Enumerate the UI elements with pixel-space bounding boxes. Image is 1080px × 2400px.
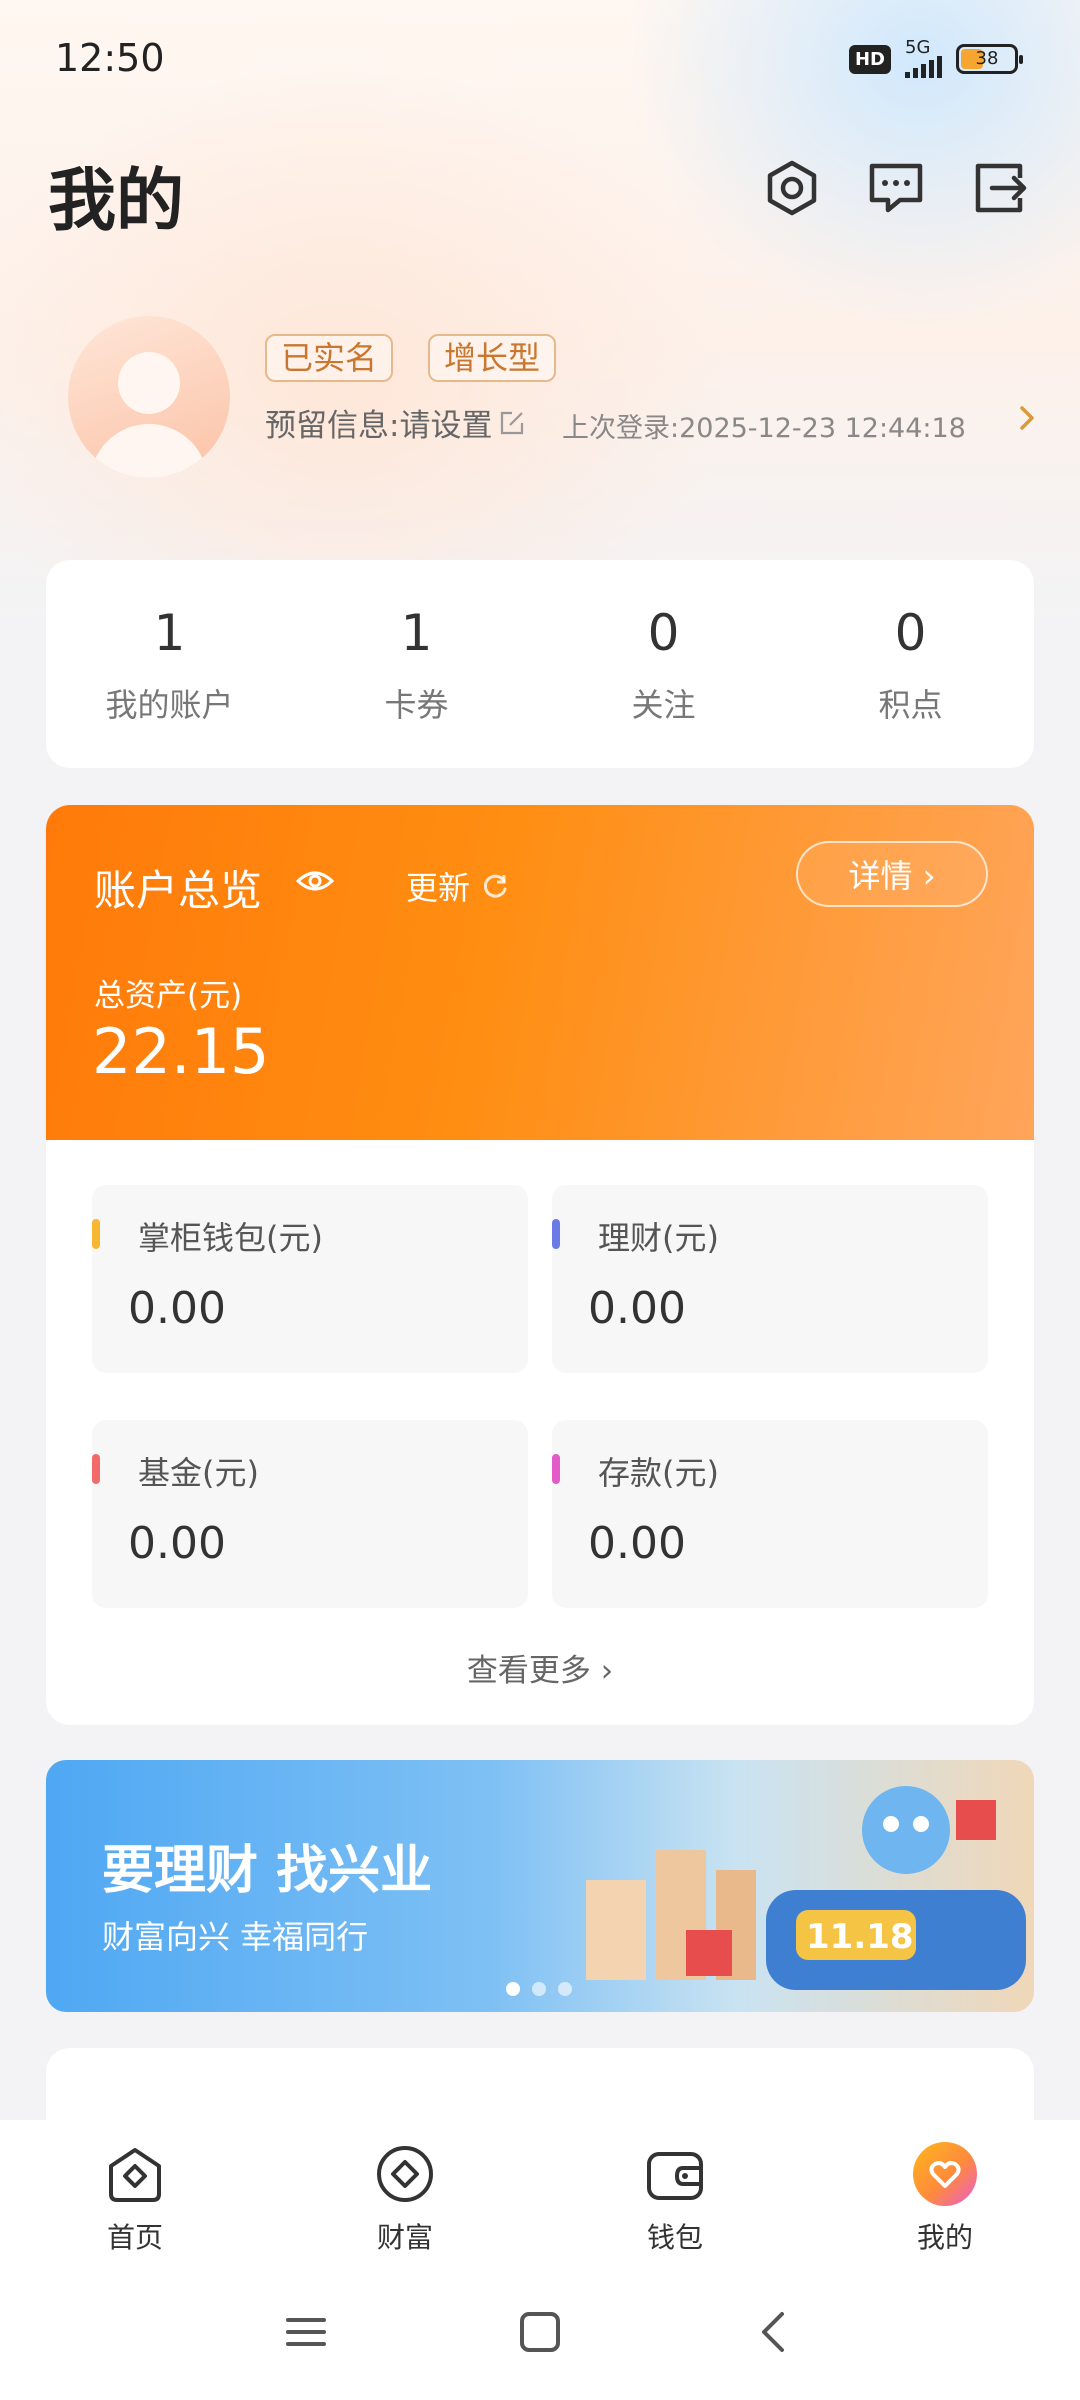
carousel-dot[interactable] <box>532 1982 546 1996</box>
hd-icon: HD <box>848 44 891 74</box>
stat-value: 1 <box>153 604 186 662</box>
stat-label: 关注 <box>631 686 696 724</box>
deposit-color-bar <box>552 1454 560 1484</box>
tab-label: 财富 <box>376 2221 433 2254</box>
view-more-link[interactable]: 查看更多 › <box>46 1645 1034 1690</box>
wallet-color-bar <box>92 1219 100 1249</box>
eye-icon[interactable] <box>296 867 334 895</box>
wealth-tile[interactable]: 理财(元) 0.00 <box>552 1185 988 1373</box>
stat-accounts[interactable]: 1 我的账户 <box>46 560 293 768</box>
wallet-tile[interactable]: 掌柜钱包(元) 0.00 <box>92 1185 528 1373</box>
page-title: 我的 <box>48 162 185 241</box>
stat-label: 卡券 <box>384 686 449 724</box>
tab-wealth[interactable]: 财富 <box>270 2120 540 2260</box>
promo-banner[interactable]: 11.18 要理财 找兴业 财富向兴 幸福同行 <box>46 1760 1034 2012</box>
avatar-body <box>90 424 208 478</box>
edit-icon <box>501 411 524 434</box>
avatar[interactable] <box>68 316 230 478</box>
carousel-dot[interactable] <box>506 1982 520 1996</box>
stat-value: 1 <box>400 604 433 662</box>
stat-follows[interactable]: 0 关注 <box>540 560 787 768</box>
stat-value: 0 <box>647 604 680 662</box>
wealth-value: 0.00 <box>588 1283 686 1334</box>
reserve-info-label: 预留信息:请设置 <box>265 408 493 444</box>
battery-percent: 38 <box>975 48 999 69</box>
wallet-value: 0.00 <box>128 1283 226 1334</box>
last-login: 上次登录:2025-12-23 12:44:18 <box>562 413 966 444</box>
refresh-button[interactable]: 更新 <box>406 863 510 909</box>
risk-type-tag: 增长型 <box>428 334 557 382</box>
tab-label: 我的 <box>916 2221 973 2254</box>
banner-badge: 11.18 <box>806 1917 914 1957</box>
banner-title: 要理财 找兴业 <box>102 1841 433 1901</box>
stat-points[interactable]: 0 积点 <box>787 560 1034 768</box>
detail-button[interactable]: 详情 › <box>796 841 988 907</box>
verified-tag: 已实名 <box>265 334 394 382</box>
total-assets-value: 22.15 <box>92 1015 270 1088</box>
refresh-icon <box>483 874 507 898</box>
tab-label: 钱包 <box>646 2221 703 2254</box>
tab-me[interactable]: 我的 <box>810 2120 1080 2260</box>
carousel-dot[interactable] <box>558 1982 572 1996</box>
signal-bars <box>905 56 942 78</box>
banner-illustration: 11.18 <box>586 1786 1026 1990</box>
total-assets-label: 总资产(元) <box>94 978 243 1014</box>
status-bar: 12:50 HD 5G 38 <box>0 0 1080 120</box>
stat-label: 积点 <box>878 686 943 724</box>
deposit-tile[interactable]: 存款(元) 0.00 <box>552 1420 988 1608</box>
fund-value: 0.00 <box>128 1518 226 1569</box>
back-icon[interactable] <box>752 2310 796 2354</box>
fund-color-bar <box>92 1454 100 1484</box>
tab-label: 首页 <box>106 2221 163 2254</box>
message-icon[interactable] <box>866 158 926 218</box>
battery-icon: 38 <box>956 44 1023 74</box>
avatar-head <box>118 352 180 414</box>
deposit-label: 存款(元) <box>598 1454 719 1492</box>
tab-home[interactable]: 首页 <box>0 2120 270 2260</box>
account-overview-card: 账户总览 更新 详情 › 总资产(元) 22.15 掌柜钱包(元) 0.00 理… <box>46 805 1034 1725</box>
detail-label: 详情 <box>848 857 913 895</box>
settings-icon[interactable] <box>762 158 822 218</box>
status-icons: HD 5G 38 <box>848 37 1023 78</box>
me-icon <box>913 2142 977 2206</box>
wallet-icon <box>647 2152 703 2200</box>
stat-label: 我的账户 <box>105 686 234 724</box>
network-type: 5G <box>905 37 931 58</box>
wealth-icon <box>377 2146 433 2202</box>
overview-header: 账户总览 更新 详情 › 总资产(元) 22.15 <box>46 805 1034 1140</box>
fund-label: 基金(元) <box>138 1454 259 1492</box>
fund-tile[interactable]: 基金(元) 0.00 <box>92 1420 528 1608</box>
signal-icon: 5G <box>905 37 942 78</box>
stat-coupons[interactable]: 1 卡券 <box>293 560 540 768</box>
logout-icon[interactable] <box>970 158 1030 218</box>
system-nav-bar <box>0 2260 1080 2400</box>
stats-card: 1 我的账户 1 卡券 0 关注 0 积点 <box>46 560 1034 768</box>
status-time: 12:50 <box>55 36 165 80</box>
profile-chevron-icon[interactable] <box>1016 400 1040 436</box>
tab-bar: 首页 财富 钱包 我的 <box>0 2120 1080 2260</box>
banner-subtitle: 财富向兴 幸福同行 <box>102 1918 369 1956</box>
refresh-label: 更新 <box>406 869 471 907</box>
deposit-value: 0.00 <box>588 1518 686 1569</box>
overview-title: 账户总览 <box>94 866 263 915</box>
reserve-info[interactable]: 预留信息:请设置 <box>265 400 526 445</box>
wealth-color-bar <box>552 1219 560 1249</box>
carousel-dots <box>506 1982 572 1996</box>
wallet-label: 掌柜钱包(元) <box>138 1219 323 1257</box>
menu-icon[interactable] <box>284 2310 328 2354</box>
stat-value: 0 <box>894 604 927 662</box>
home-icon <box>109 2148 161 2202</box>
home-nav-icon[interactable] <box>518 2310 562 2354</box>
wealth-label: 理财(元) <box>598 1219 719 1257</box>
tab-wallet[interactable]: 钱包 <box>540 2120 810 2260</box>
